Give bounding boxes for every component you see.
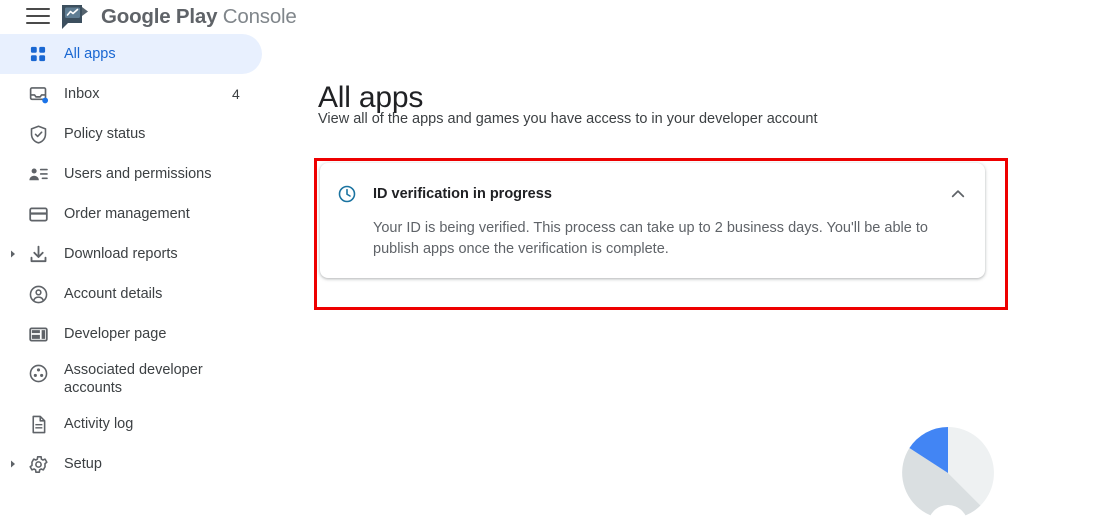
sidebar-item-all-apps[interactable]: All apps xyxy=(0,34,262,74)
sidebar-item-policy-status[interactable]: Policy status xyxy=(0,114,262,154)
users-permissions-icon xyxy=(26,162,50,186)
sidebar-item-label: Policy status xyxy=(64,126,146,142)
sidebar-item-activity-log[interactable]: Activity log xyxy=(0,404,262,444)
gear-icon xyxy=(26,452,50,476)
sidebar-item-setup[interactable]: Setup xyxy=(0,444,262,484)
chevron-up-icon[interactable] xyxy=(945,181,971,207)
sidebar-item-label: Download reports xyxy=(64,246,178,262)
developer-page-icon xyxy=(26,322,50,346)
apps-pie-chart xyxy=(882,427,1018,521)
sidebar-item-download-reports[interactable]: Download reports xyxy=(0,234,262,274)
sidebar-item-label: Inbox xyxy=(64,86,100,102)
download-icon xyxy=(26,242,50,266)
sidebar-item-label: Order management xyxy=(64,206,190,222)
card-title: ID verification in progress xyxy=(373,186,552,202)
expand-arrow-icon[interactable] xyxy=(7,444,19,484)
account-circle-icon xyxy=(26,282,50,306)
id-verification-card[interactable]: ID verification in progress Your ID is b… xyxy=(320,163,985,278)
sidebar-item-label: All apps xyxy=(64,46,116,62)
associated-accounts-icon xyxy=(26,361,50,385)
play-console-page: Google Play Console All apps Inbox 4 Policy… xyxy=(0,0,1108,521)
credit-card-icon xyxy=(26,202,50,226)
sidebar-item-account-details[interactable]: Account details xyxy=(0,274,262,314)
sidebar-item-developer-page[interactable]: Developer page xyxy=(0,314,262,354)
brand-text: Google Play Console xyxy=(101,5,297,29)
sidebar-item-label: Activity log xyxy=(64,416,134,432)
hamburger-menu-icon[interactable] xyxy=(26,6,50,26)
google-play-console-logo xyxy=(62,5,88,29)
sidebar-item-label: Account details xyxy=(64,286,163,302)
brand-logo-link[interactable]: Google Play Console xyxy=(60,0,297,34)
grid-apps-icon xyxy=(26,42,50,66)
sidebar-item-users-and-permissions[interactable]: Users and permissions xyxy=(0,154,262,194)
brand-primary: Google Play xyxy=(101,5,218,28)
page-subtitle: View all of the apps and games you have … xyxy=(318,111,818,127)
page-title: All apps xyxy=(318,81,424,115)
sidebar-item-label: Developer page xyxy=(64,326,167,342)
sidebar-item-badge: 4 xyxy=(232,86,240,102)
inbox-icon xyxy=(26,82,50,106)
clock-icon xyxy=(337,184,357,204)
shield-check-icon xyxy=(26,122,50,146)
sidebar-item-order-management[interactable]: Order management xyxy=(0,194,262,234)
sidebar-item-label: Users and permissions xyxy=(64,166,212,182)
top-bar: Google Play Console xyxy=(0,0,1108,34)
brand-secondary: Console xyxy=(222,5,297,28)
sidebar-item-inbox[interactable]: Inbox 4 xyxy=(0,74,262,114)
sidebar-item-label: Setup xyxy=(64,456,102,472)
sidebar-item-associated-developer-accounts[interactable]: Associated developer accounts xyxy=(0,354,262,404)
sidebar-item-label: Associated developer accounts xyxy=(64,362,203,396)
expand-arrow-icon[interactable] xyxy=(7,234,19,274)
card-body-text: Your ID is being verified. This process … xyxy=(373,220,928,257)
sidebar-nav: All apps Inbox 4 Policy status Users and per… xyxy=(0,34,300,521)
document-icon xyxy=(26,412,50,436)
main-content: All apps View all of the apps and games … xyxy=(300,0,1108,521)
